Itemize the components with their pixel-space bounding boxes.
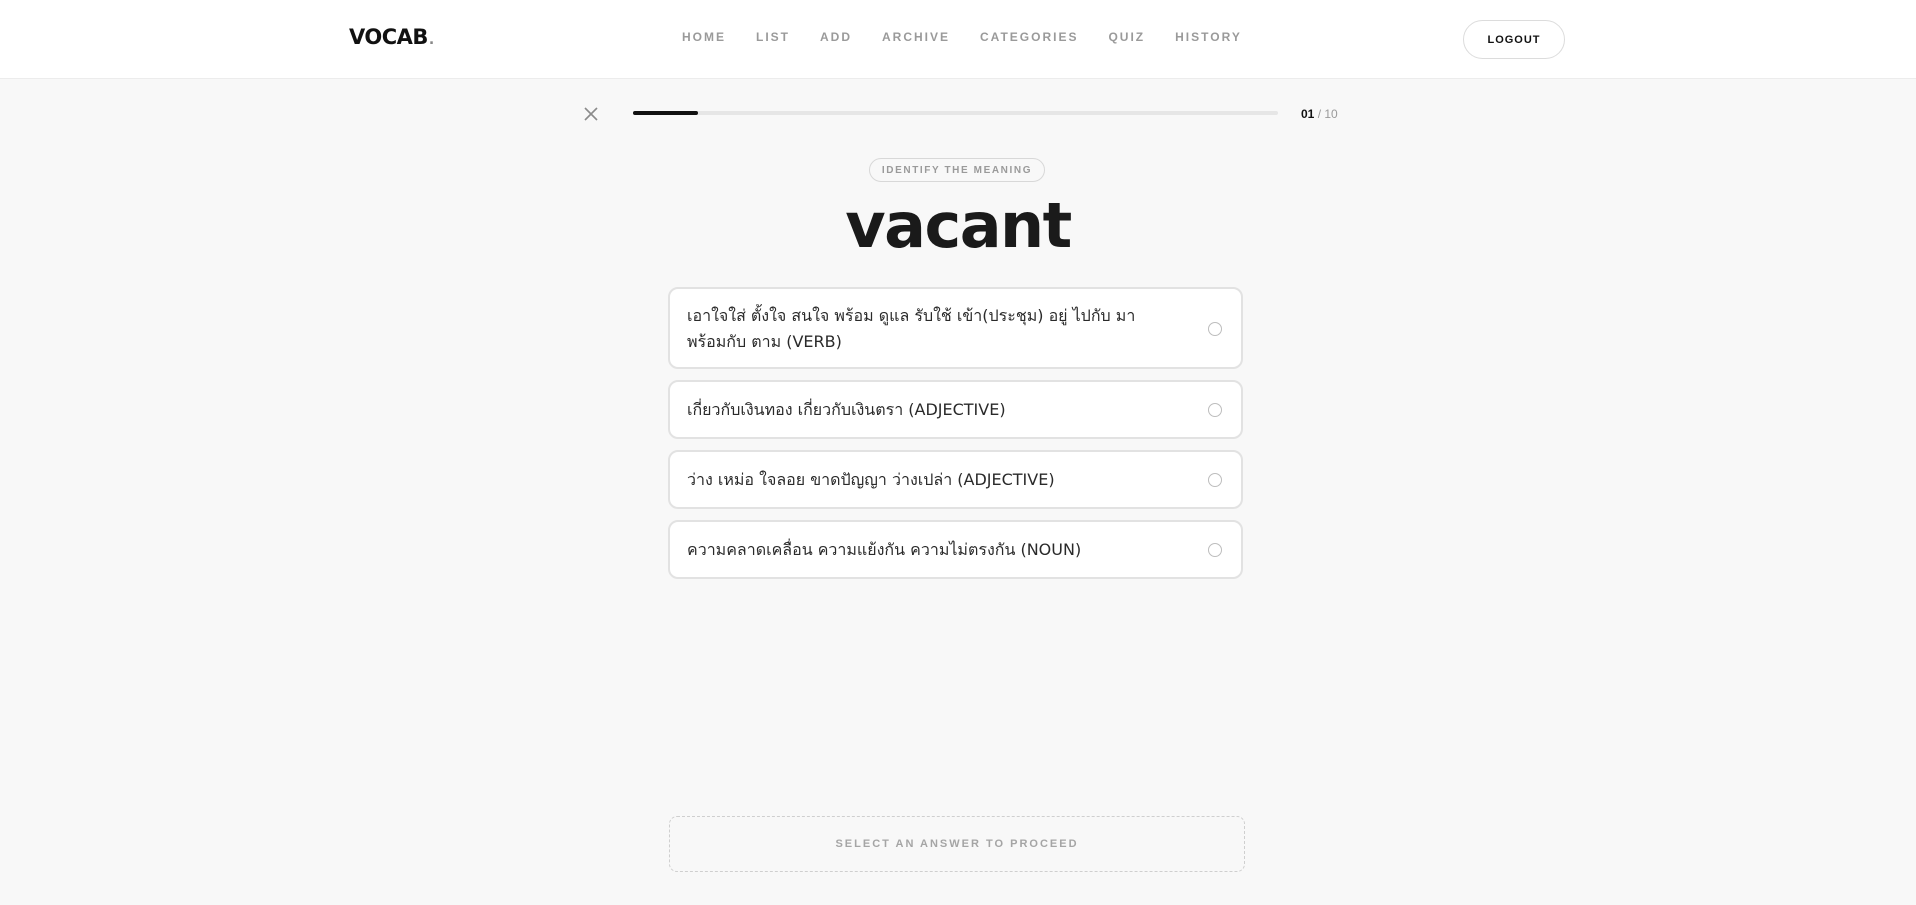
question-counter: 01 / 10 xyxy=(1301,107,1338,121)
progress-bar-fill xyxy=(633,111,698,115)
nav-quiz[interactable]: QUIZ xyxy=(1108,30,1145,48)
logo-dot: . xyxy=(428,32,434,48)
answer-option-text: เกี่ยวกับเงินทอง เกี่ยวกับเงินตรา (ADJEC… xyxy=(687,400,1006,419)
answer-option-text: ความคลาดเคลื่อน ความแย้งกัน ความไม่ตรงกั… xyxy=(687,540,1082,559)
nav-archive[interactable]: ARCHIVE xyxy=(882,30,950,48)
radio-icon[interactable] xyxy=(1208,322,1222,336)
nav-add[interactable]: ADD xyxy=(820,30,852,48)
progress-bar xyxy=(633,111,1278,115)
nav-list[interactable]: LIST xyxy=(756,30,790,48)
main-nav: HOME LIST ADD ARCHIVE CATEGORIES QUIZ HI… xyxy=(682,30,1272,48)
close-quiz-button[interactable] xyxy=(580,103,602,125)
nav-history[interactable]: HISTORY xyxy=(1175,30,1242,48)
answer-option-text: เอาใจใส่ ตั้งใจ สนใจ พร้อม ดูแล รับใช้ เ… xyxy=(687,306,1136,351)
radio-icon[interactable] xyxy=(1208,473,1222,487)
logo-text: VOCAB xyxy=(349,25,428,49)
radio-icon[interactable] xyxy=(1208,403,1222,417)
answer-option[interactable]: เกี่ยวกับเงินทอง เกี่ยวกับเงินตรา (ADJEC… xyxy=(668,380,1243,439)
answer-option[interactable]: เอาใจใส่ ตั้งใจ สนใจ พร้อม ดูแล รับใช้ เ… xyxy=(668,287,1243,369)
counter-current: 01 xyxy=(1301,107,1315,121)
top-navbar: VOCAB. HOME LIST ADD ARCHIVE CATEGORIES … xyxy=(0,0,1916,79)
logout-button[interactable]: LOGOUT xyxy=(1463,20,1565,59)
prompt-badge: IDENTIFY THE MEANING xyxy=(869,158,1045,182)
nav-home[interactable]: HOME xyxy=(682,30,726,48)
answer-option-text: ว่าง เหม่อ ใจลอย ขาดปัญญา ว่างเปล่า (ADJ… xyxy=(687,470,1055,489)
quiz-word: vacant xyxy=(845,189,1072,262)
radio-icon[interactable] xyxy=(1208,543,1222,557)
logo[interactable]: VOCAB. xyxy=(349,25,434,49)
answer-option[interactable]: ความคลาดเคลื่อน ความแย้งกัน ความไม่ตรงกั… xyxy=(668,520,1243,579)
proceed-button[interactable]: SELECT AN ANSWER TO PROCEED xyxy=(669,816,1245,872)
nav-categories[interactable]: CATEGORIES xyxy=(980,30,1078,48)
answer-option[interactable]: ว่าง เหม่อ ใจลอย ขาดปัญญา ว่างเปล่า (ADJ… xyxy=(668,450,1243,509)
counter-total: 10 xyxy=(1324,107,1338,121)
counter-separator: / xyxy=(1314,107,1325,121)
close-icon xyxy=(584,107,598,121)
